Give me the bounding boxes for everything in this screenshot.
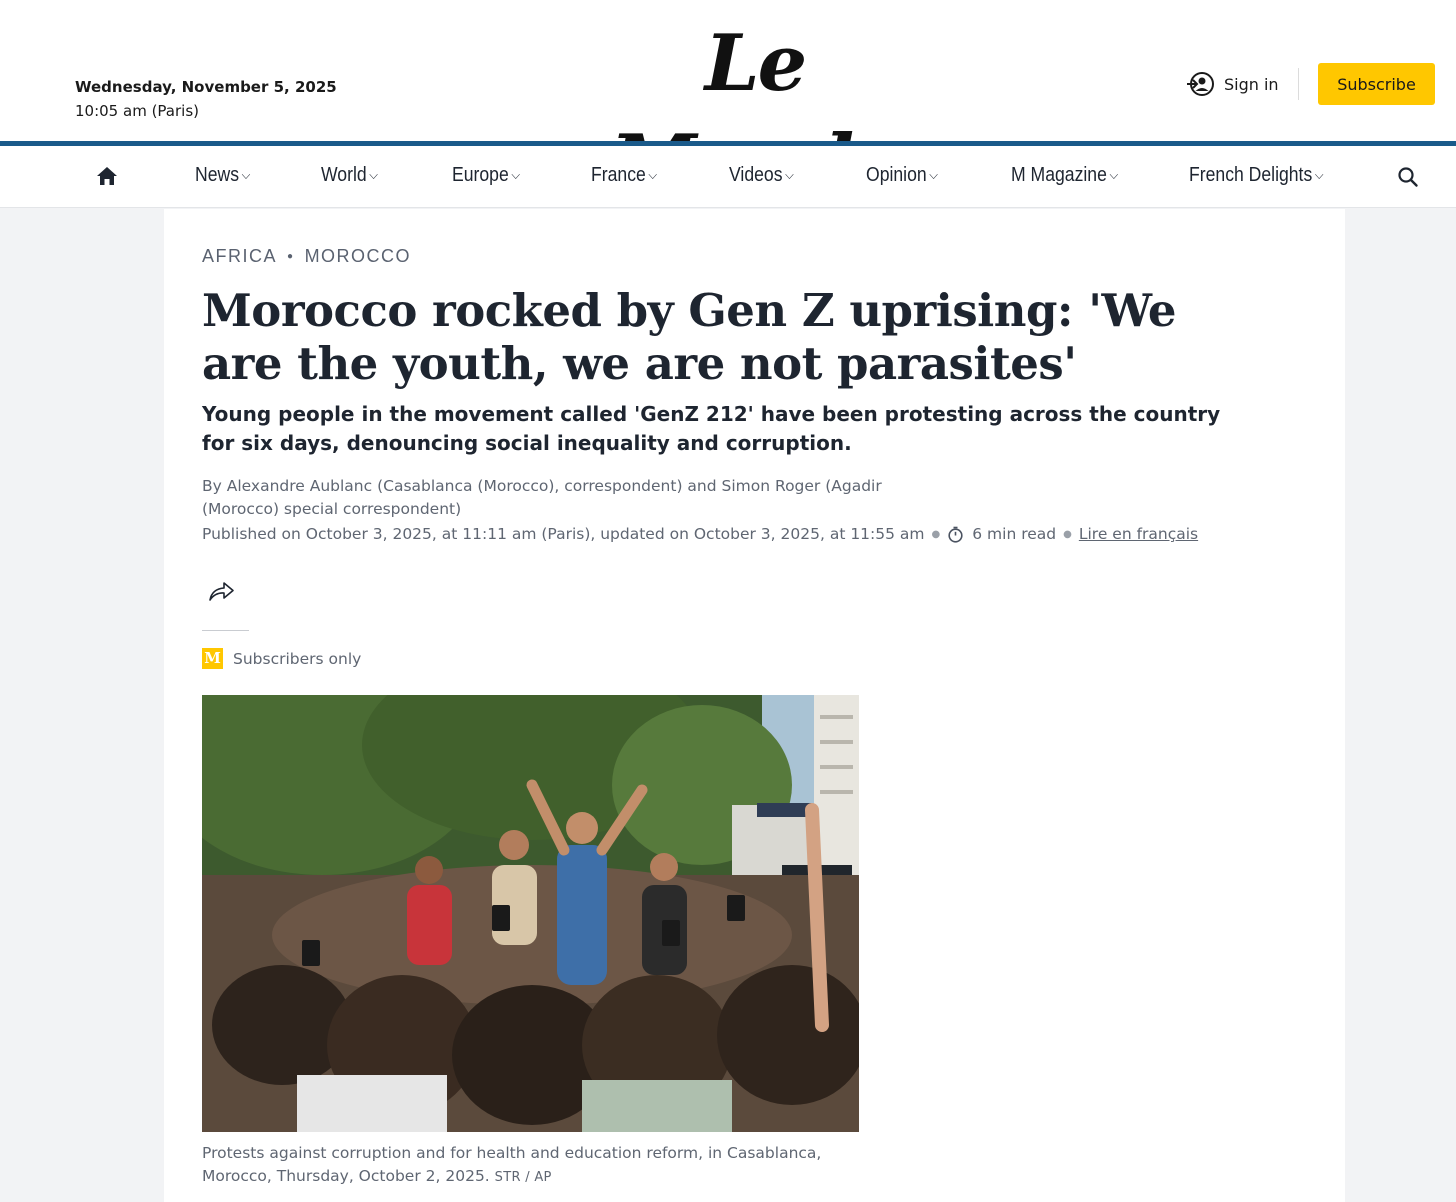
article-meta: Published on October 3, 2025, at 11:11 a…: [202, 525, 1198, 543]
share-divider: [202, 630, 249, 631]
share-icon[interactable]: [206, 578, 236, 604]
main-nav: News ⌵ World ⌵ Europe ⌵ France ⌵ Videos ⌵ Opi…: [0, 146, 1456, 208]
photo-caption: Protests against corruption and for heal…: [202, 1142, 822, 1189]
meta-separator: ●: [1063, 528, 1072, 540]
nav-item-world[interactable]: World ⌵: [321, 164, 378, 187]
signin-icon: [1187, 72, 1214, 96]
chevron-down-icon: ⌵: [785, 167, 794, 182]
nav-item-m-magazine[interactable]: M Magazine ⌵: [1011, 164, 1118, 187]
subscribers-label: Subscribers only: [233, 649, 362, 668]
subscribers-badge-icon: M: [202, 648, 223, 669]
article-photo[interactable]: [202, 695, 859, 1132]
subscribe-button[interactable]: Subscribe: [1318, 63, 1435, 105]
breadcrumb-section[interactable]: AFRICA: [202, 246, 277, 267]
read-time: 6 min read: [972, 525, 1057, 543]
nav-item-french-delights[interactable]: French Delights ⌵: [1189, 164, 1324, 187]
french-version-link[interactable]: Lire en français: [1079, 525, 1198, 543]
meta-separator: ●: [931, 528, 941, 540]
search-icon[interactable]: [1397, 166, 1419, 188]
current-date: Wednesday, November 5, 2025: [75, 78, 337, 96]
nav-item-opinion[interactable]: Opinion ⌵: [866, 164, 938, 187]
signin-label: Sign in: [1224, 74, 1279, 94]
current-time: 10:05 am (Paris): [75, 102, 199, 120]
publish-date: Published on October 3, 2025, at 11:11 a…: [202, 525, 925, 543]
chevron-down-icon: ⌵: [1314, 167, 1324, 182]
top-header: Wednesday, November 5, 2025 10:05 am (Pa…: [0, 0, 1456, 209]
nav-item-europe[interactable]: Europe ⌵: [452, 164, 520, 187]
chevron-down-icon: ⌵: [929, 167, 938, 182]
timer-icon: [948, 526, 963, 543]
header-divider: [1298, 68, 1299, 100]
nav-item-videos[interactable]: Videos ⌵: [729, 164, 794, 187]
article-headline: Morocco rocked by Gen Z uprising: 'We ar…: [202, 284, 1176, 390]
breadcrumb: AFRICA ● MOROCCO: [202, 246, 411, 267]
breadcrumb-separator: ●: [287, 251, 295, 262]
photo-credit: STR / AP: [494, 1170, 552, 1185]
chevron-down-icon: ⌵: [511, 167, 521, 182]
chevron-down-icon: ⌵: [648, 167, 658, 182]
nav-item-france[interactable]: France ⌵: [591, 164, 657, 187]
signin-button[interactable]: Sign in: [1186, 68, 1279, 100]
chevron-down-icon: ⌵: [1109, 167, 1119, 182]
chevron-down-icon: ⌵: [369, 167, 378, 182]
subscribers-only-tag: M Subscribers only: [202, 648, 361, 669]
home-icon[interactable]: [96, 165, 118, 187]
site-logo[interactable]: Le Monde: [560, 14, 950, 209]
breadcrumb-subsection[interactable]: MOROCCO: [305, 246, 412, 267]
nav-item-news[interactable]: News ⌵: [195, 164, 250, 187]
chevron-down-icon: ⌵: [241, 167, 251, 182]
article-standfirst: Young people in the movement called 'Gen…: [202, 402, 1221, 455]
article-byline: By Alexandre Aublanc (Casablanca (Morocc…: [202, 477, 882, 518]
